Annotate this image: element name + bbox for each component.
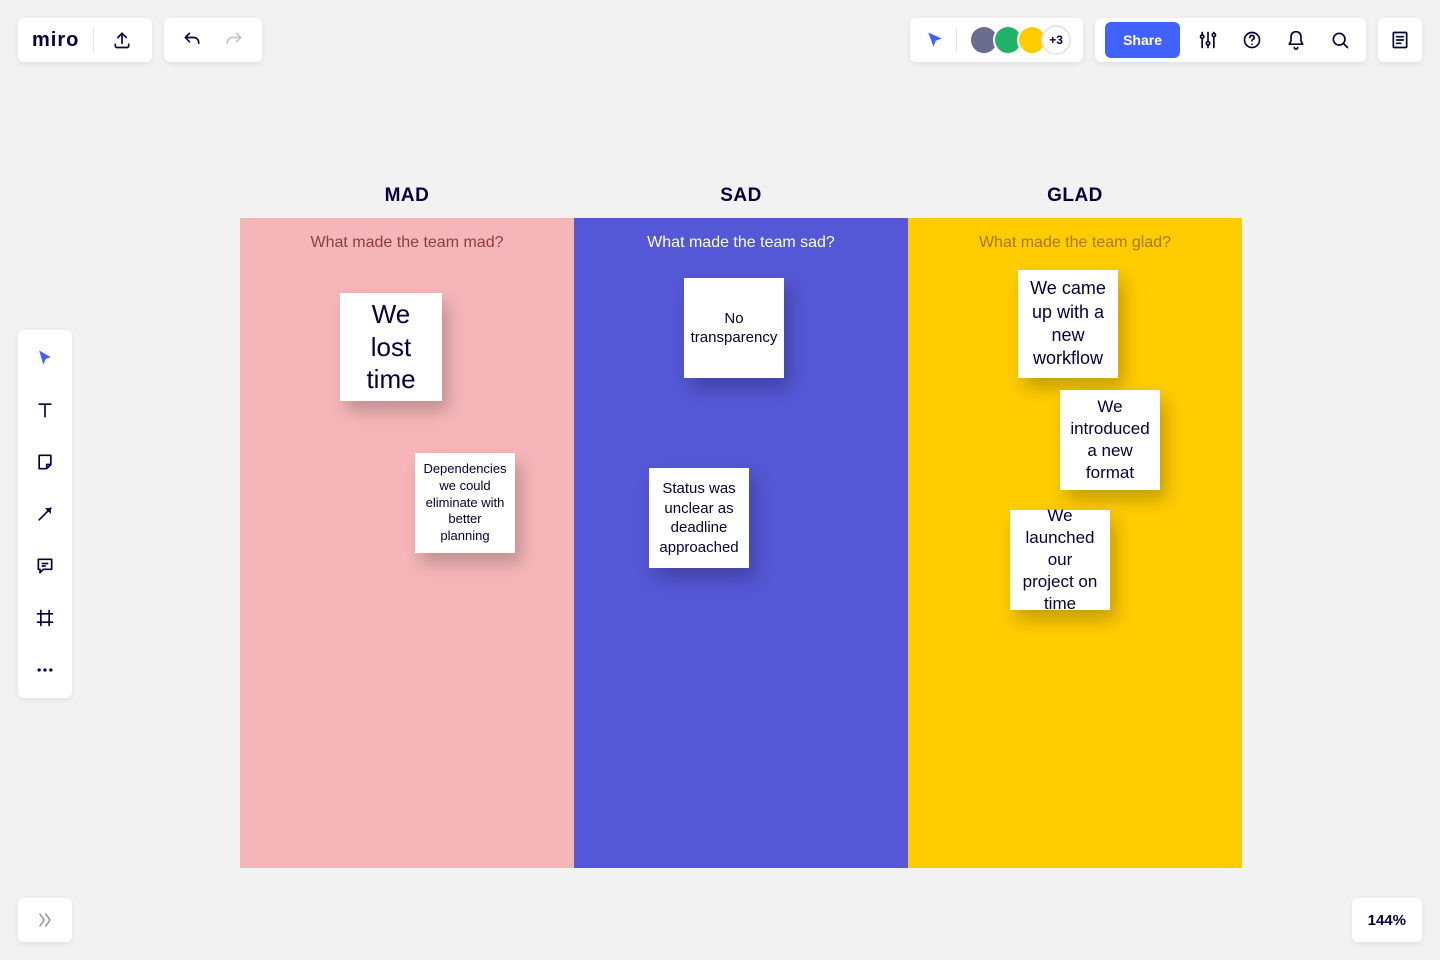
- logo-panel: miro: [18, 18, 152, 62]
- column-mad[interactable]: What made the team mad? We lost time Dep…: [240, 218, 574, 868]
- zoom-indicator[interactable]: 144%: [1352, 898, 1422, 942]
- sticky-note[interactable]: We introduced a new format: [1060, 390, 1160, 490]
- help-icon[interactable]: [1236, 24, 1268, 56]
- prompt-glad: What made the team glad?: [908, 234, 1242, 252]
- settings-icon[interactable]: [1192, 24, 1224, 56]
- export-icon[interactable]: [106, 24, 138, 56]
- undo-icon[interactable]: [176, 24, 208, 56]
- sticky-note[interactable]: We came up with a new workflow: [1018, 270, 1118, 378]
- column-sad[interactable]: What made the team sad? No transparency …: [574, 218, 908, 868]
- notes-button[interactable]: [1378, 18, 1422, 62]
- arrow-tool[interactable]: [27, 496, 63, 532]
- notifications-icon[interactable]: [1280, 24, 1312, 56]
- column-glad[interactable]: What made the team glad? We came up with…: [908, 218, 1242, 868]
- divider: [956, 28, 957, 52]
- sticky-note[interactable]: No transparency: [684, 278, 784, 378]
- select-tool[interactable]: [27, 340, 63, 376]
- sticky-note[interactable]: Status was unclear as deadline approache…: [649, 468, 749, 568]
- share-button[interactable]: Share: [1105, 22, 1180, 58]
- comment-tool[interactable]: [27, 548, 63, 584]
- column-headings: MAD SAD GLAD: [240, 185, 1242, 213]
- text-tool[interactable]: [27, 392, 63, 428]
- avatar-stack[interactable]: +3: [965, 25, 1071, 55]
- sticky-note[interactable]: Dependencies we could eliminate with bet…: [415, 453, 515, 553]
- open-panel-button[interactable]: [18, 898, 72, 942]
- tool-toolbar: [18, 330, 72, 698]
- app-logo[interactable]: miro: [32, 29, 79, 52]
- prompt-sad: What made the team sad?: [574, 234, 908, 252]
- heading-sad: SAD: [574, 185, 908, 213]
- sticky-note[interactable]: We launched our project on time: [1010, 510, 1110, 610]
- undo-redo-panel: [164, 18, 262, 62]
- frame-tool[interactable]: [27, 600, 63, 636]
- divider: [93, 28, 94, 52]
- search-icon[interactable]: [1324, 24, 1356, 56]
- presence-panel: +3: [910, 18, 1083, 62]
- cursor-tracking-icon[interactable]: [922, 27, 948, 53]
- avatar-overflow[interactable]: +3: [1041, 25, 1071, 55]
- sticky-note[interactable]: We lost time: [340, 293, 442, 401]
- actions-panel: Share: [1095, 18, 1366, 62]
- heading-glad: GLAD: [908, 185, 1242, 213]
- sticky-note-tool[interactable]: [27, 444, 63, 480]
- retro-board[interactable]: What made the team mad? We lost time Dep…: [240, 218, 1242, 868]
- more-tools[interactable]: [27, 652, 63, 688]
- prompt-mad: What made the team mad?: [240, 234, 574, 252]
- redo-icon[interactable]: [218, 24, 250, 56]
- heading-mad: MAD: [240, 185, 574, 213]
